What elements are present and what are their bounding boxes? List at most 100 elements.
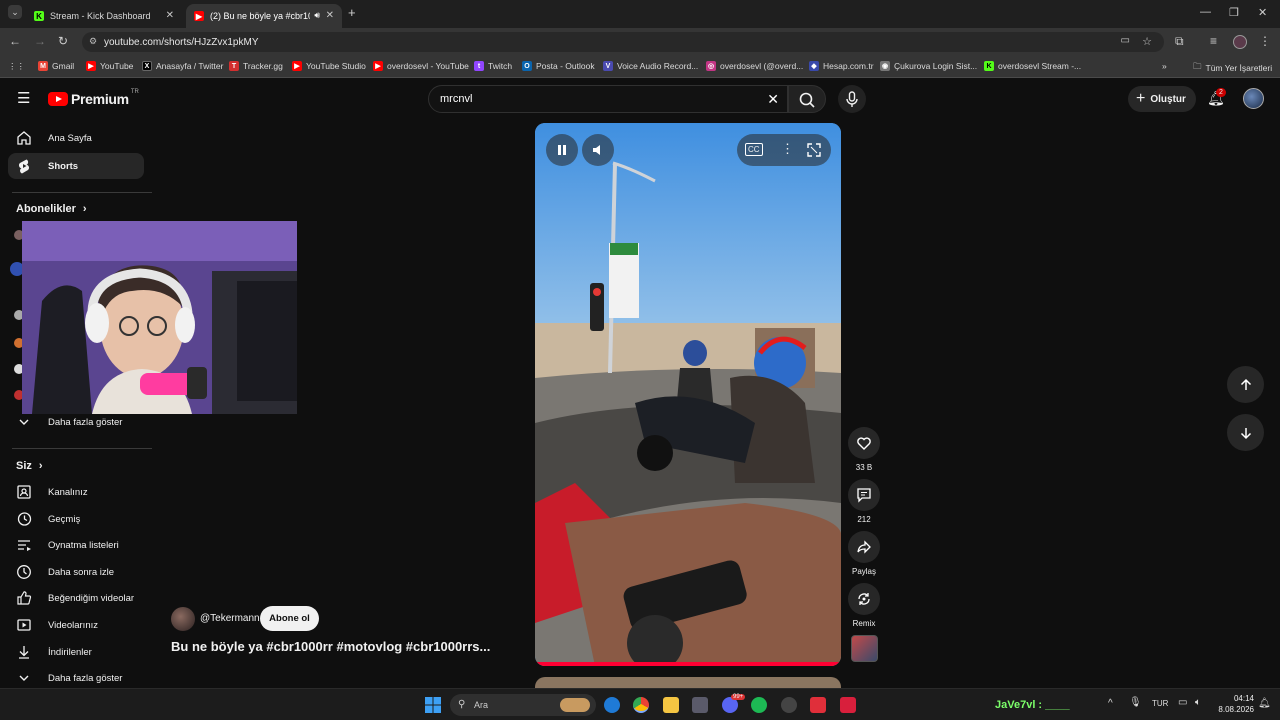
sound-thumbnail[interactable] <box>851 635 878 662</box>
heart-icon <box>857 437 871 450</box>
extensions-icon[interactable]: ⧉ <box>1175 35 1184 47</box>
account-avatar[interactable] <box>1243 88 1264 109</box>
tab-search-button[interactable]: ⌄ <box>8 5 22 19</box>
steam-icon[interactable] <box>781 697 797 713</box>
bookmark-youtube[interactable]: ▶ YouTube <box>86 61 133 71</box>
new-tab-button[interactable]: + <box>348 5 356 20</box>
profile-avatar[interactable] <box>1233 35 1247 49</box>
subscribe-button[interactable]: Abone ol <box>260 606 319 631</box>
spotify-icon[interactable] <box>751 697 767 713</box>
address-bar[interactable]: ⚙ youtube.com/shorts/HJzZvx1pkMY ▭ ☆ <box>82 32 1164 52</box>
menu-icon[interactable]: ⋮ <box>1259 35 1271 47</box>
bookmark-instagram[interactable]: ◎ overdosevl (@overd... <box>706 61 803 71</box>
shorts-video-player[interactable]: CC ⋮ <box>535 123 841 666</box>
bookmark-youtube-channel[interactable]: ▶ overdosevl - YouTube <box>373 61 469 71</box>
youtube-header: ☰ Premium TR mrcnvl ✕ + Oluştur 🔔︎ 2 <box>0 79 1280 119</box>
bookmark-twitch[interactable]: t Twitch <box>474 61 512 71</box>
youtube-premium-logo[interactable]: Premium TR <box>48 89 139 107</box>
reload-icon[interactable]: ↻ <box>58 35 68 47</box>
bookmark-voice-recorder[interactable]: V Voice Audio Record... <box>603 61 698 71</box>
sidebar-item-playlists[interactable]: Oynatma listeleri <box>8 532 144 558</box>
app-icon-red[interactable] <box>810 697 826 713</box>
subscriptions-header[interactable]: Abonelikler › <box>16 203 87 215</box>
you-header[interactable]: Siz › <box>16 460 43 472</box>
language-indicator[interactable]: TUR <box>1152 699 1168 708</box>
sidebar-item-liked-videos[interactable]: Beğendiğim videolar <box>8 585 144 611</box>
restore-button[interactable]: ❐ <box>1229 6 1239 19</box>
bookmark-star-icon[interactable]: ☆ <box>1142 35 1152 48</box>
file-explorer-icon[interactable] <box>663 697 679 713</box>
captions-icon[interactable]: CC <box>745 143 763 156</box>
bookmark-twitter[interactable]: X Anasayfa / Twitter <box>142 61 223 71</box>
history-icon <box>16 511 32 527</box>
channel-handle[interactable]: @Tekermann <box>200 613 260 624</box>
windows-start-icon[interactable] <box>425 697 441 713</box>
all-bookmarks[interactable]: 🗀︎ Tüm Yer İşaretleri <box>1193 61 1272 75</box>
sidebar-item-history[interactable]: Geçmiş <box>8 506 144 532</box>
bookmark-hesap[interactable]: ◆ Hesap.com.tr <box>809 61 874 71</box>
sidebar-item-downloads[interactable]: İndirilenler <box>8 639 144 665</box>
chrome-icon[interactable] <box>633 697 649 713</box>
close-icon[interactable]: ✕ <box>166 10 174 21</box>
sidebar-item-your-channel[interactable]: Kanalınız <box>8 479 144 505</box>
next-short-button[interactable] <box>1227 414 1264 451</box>
sidebar-divider <box>12 192 152 193</box>
search-button[interactable] <box>788 85 826 113</box>
sidebar-item-watch-later[interactable]: Daha sonra izle <box>8 559 144 585</box>
hamburger-menu-icon[interactable]: ☰ <box>17 91 30 106</box>
valorant-icon[interactable] <box>840 697 856 713</box>
previous-short-button[interactable] <box>1227 366 1264 403</box>
site-info-icon[interactable]: ⚙ <box>89 36 97 47</box>
tab-kick-dashboard[interactable]: K Stream - Kick Dashboard ✕ <box>26 4 182 28</box>
pause-button[interactable] <box>546 134 578 166</box>
search-input[interactable]: mrcnvl ✕ <box>428 85 788 113</box>
remix-button[interactable] <box>848 583 880 615</box>
taskbar-search[interactable]: ⚲ Ara <box>450 694 596 716</box>
progress-track[interactable] <box>535 662 841 666</box>
channel-avatar[interactable] <box>171 607 195 631</box>
store-icon[interactable] <box>692 697 708 713</box>
url-text: youtube.com/shorts/HJzZvx1pkMY <box>104 36 259 48</box>
sidebar-item-shorts[interactable]: Shorts <box>8 153 144 179</box>
sidebar-item-home[interactable]: Ana Sayfa <box>8 125 144 151</box>
comments-button[interactable] <box>848 479 880 511</box>
chevron-down-icon <box>16 414 32 430</box>
bookmark-cukurova[interactable]: ◉ Çukurova Login Sist... <box>880 61 977 71</box>
forward-icon[interactable]: → <box>34 35 46 47</box>
tray-overflow-icon[interactable]: ^ <box>1108 698 1113 709</box>
create-button[interactable]: + Oluştur <box>1128 86 1196 112</box>
share-button[interactable] <box>848 531 880 563</box>
reading-list-icon[interactable]: ≡ <box>1210 35 1217 47</box>
edge-icon[interactable] <box>604 697 620 713</box>
voice-search-button[interactable] <box>838 85 866 113</box>
bookmark-gmail[interactable]: M Gmail <box>38 61 74 71</box>
notification-center-icon[interactable]: 🔔︎ <box>1258 698 1271 709</box>
window-close-button[interactable]: ✕ <box>1258 6 1267 19</box>
volume-button[interactable] <box>582 134 614 166</box>
remix-icon <box>858 593 870 605</box>
bookmark-tracker[interactable]: T Tracker.gg <box>229 61 283 71</box>
more-options-icon[interactable]: ⋮ <box>781 141 794 157</box>
volume-tray-icon[interactable]: 🔈︎ <box>1195 697 1201 708</box>
like-button[interactable] <box>848 427 880 459</box>
close-icon[interactable]: ✕ <box>326 10 334 21</box>
speaker-icon[interactable]: 🔊︎ <box>314 10 320 21</box>
next-short-preview[interactable] <box>535 677 841 688</box>
watch-later-icon <box>16 564 32 580</box>
clock[interactable]: 04:14 8.08.2026 <box>1214 693 1254 715</box>
cast-icon[interactable]: ▭ <box>1121 35 1130 46</box>
tab-youtube-short[interactable]: ▶ (2) Bu ne böyle ya #cbr100 🔊︎ ✕ <box>186 4 342 28</box>
sidebar-item-your-videos[interactable]: Videolarınız <box>8 612 144 638</box>
bookmark-kick-stream[interactable]: Koverdosevl Stream -... <box>984 61 1081 71</box>
fullscreen-icon[interactable] <box>807 143 821 157</box>
bookmark-youtube-studio[interactable]: ▶ YouTube Studio <box>292 61 366 71</box>
bookmarks-overflow-icon[interactable]: » <box>1162 61 1167 71</box>
clear-search-icon[interactable]: ✕ <box>767 86 779 112</box>
chevron-right-icon: › <box>38 460 43 472</box>
apps-icon[interactable]: ⋮⋮ <box>8 61 25 72</box>
back-icon[interactable]: ← <box>9 35 21 47</box>
minimize-button[interactable]: — <box>1200 6 1211 18</box>
network-icon[interactable]: ▭ <box>1178 697 1187 708</box>
microphone-tray-icon[interactable]: 🎙︎ <box>1129 697 1142 708</box>
bookmark-outlook[interactable]: O Posta - Outlook <box>522 61 595 71</box>
